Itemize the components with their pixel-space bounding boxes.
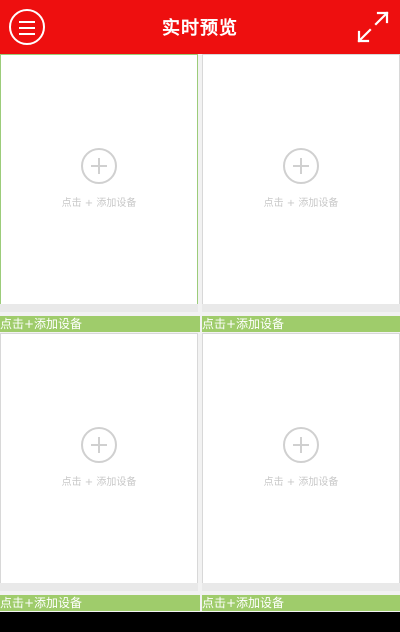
add-icon	[283, 147, 319, 184]
fullscreen-button[interactable]	[354, 8, 392, 46]
add-hint: 点击 + 添加设备	[263, 197, 339, 209]
app-screen: 实时预览 点击 + 添加设备 点击+添加设备 点击 + 添加设备 点击+添加设备…	[0, 0, 400, 612]
preview-grid: 点击 + 添加设备 点击+添加设备 点击 + 添加设备 点击+添加设备 点击 +…	[0, 54, 400, 612]
video-window-2[interactable]: 点击 + 添加设备	[202, 54, 400, 312]
add-hint: 点击 + 添加设备	[61, 476, 137, 488]
device-label-2[interactable]: 点击+添加设备	[202, 316, 400, 332]
device-label-4[interactable]: 点击+添加设备	[202, 595, 400, 611]
menu-button[interactable]	[9, 9, 45, 45]
preview-cell-1: 点击 + 添加设备 点击+添加设备	[0, 54, 200, 333]
menu-icon	[19, 21, 35, 23]
preview-cell-2: 点击 + 添加设备 点击+添加设备	[202, 54, 400, 333]
add-icon	[81, 147, 117, 184]
video-window-4[interactable]: 点击 + 添加设备	[202, 333, 400, 591]
preview-cell-3: 点击 + 添加设备 点击+添加设备	[0, 333, 200, 612]
top-bar: 实时预览	[0, 0, 400, 54]
video-window-3[interactable]: 点击 + 添加设备	[0, 333, 198, 591]
add-icon	[283, 426, 319, 463]
device-label-1[interactable]: 点击+添加设备	[0, 316, 200, 332]
add-hint: 点击 + 添加设备	[263, 476, 339, 488]
add-hint: 点击 + 添加设备	[61, 197, 137, 209]
page-title: 实时预览	[162, 18, 238, 39]
preview-cell-4: 点击 + 添加设备 点击+添加设备	[202, 333, 400, 612]
video-window-1[interactable]: 点击 + 添加设备	[0, 54, 198, 312]
device-label-3[interactable]: 点击+添加设备	[0, 595, 200, 611]
add-icon	[81, 426, 117, 463]
fullscreen-icon	[357, 11, 389, 43]
